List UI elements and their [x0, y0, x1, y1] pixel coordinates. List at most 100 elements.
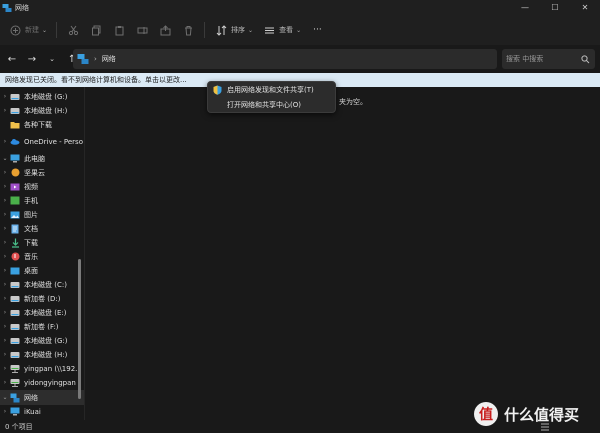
- sidebar-item-pictures[interactable]: › 图片: [0, 207, 84, 222]
- nutstore-icon: [10, 168, 20, 178]
- chevron-down-icon: ⌄: [42, 26, 48, 34]
- expand-chevron-icon[interactable]: ›: [0, 107, 10, 114]
- sidebar-item-label: 图片: [24, 210, 38, 219]
- sidebar-item-network[interactable]: ⌄ 网络: [0, 390, 84, 405]
- expand-chevron-icon[interactable]: ›: [0, 183, 10, 190]
- drive-icon: [10, 322, 20, 332]
- minimize-button[interactable]: —: [510, 0, 540, 15]
- collapse-chevron-icon[interactable]: ⌄: [0, 394, 10, 401]
- chevron-down-icon: ⌄: [248, 26, 254, 34]
- sidebar-item-music[interactable]: › 音乐: [0, 249, 84, 264]
- expand-chevron-icon[interactable]: ›: [0, 225, 10, 232]
- share-icon: [158, 23, 172, 37]
- back-arrow-icon[interactable]: ←: [4, 51, 20, 67]
- expand-chevron-icon[interactable]: ›: [0, 211, 10, 218]
- rename-icon: [135, 23, 149, 37]
- sidebar-item-yingpan[interactable]: › yingpan (\\192.: [0, 361, 84, 376]
- sidebar-item-drive-c[interactable]: › 本地磁盘 (C:): [0, 277, 84, 292]
- paste-button[interactable]: [112, 19, 126, 41]
- sidebar-item-desktop[interactable]: › 桌面: [0, 263, 84, 278]
- search-input[interactable]: 搜索 中搜索: [506, 54, 543, 64]
- collapse-chevron-icon[interactable]: ⌄: [0, 155, 10, 162]
- search-box[interactable]: 搜索 中搜索: [502, 49, 595, 69]
- expand-chevron-icon[interactable]: ›: [0, 239, 10, 246]
- sidebar-item-drive-h-2[interactable]: › 本地磁盘 (H:): [0, 347, 84, 362]
- forward-arrow-icon[interactable]: →: [24, 51, 40, 67]
- menu-item-enable-discovery[interactable]: 启用网络发现和文件共享(T): [208, 83, 335, 97]
- expand-chevron-icon[interactable]: ›: [0, 309, 10, 316]
- expand-chevron-icon[interactable]: ›: [0, 351, 10, 358]
- sidebar-item-yidongyingpan[interactable]: › yidongyingpan: [0, 375, 84, 390]
- sidebar-item-drive-g[interactable]: › 本地磁盘 (G:): [0, 89, 84, 104]
- expand-chevron-icon[interactable]: ›: [0, 93, 10, 100]
- sidebar-item-label: 本地磁盘 (H:): [24, 350, 68, 359]
- expand-chevron-icon[interactable]: ›: [0, 169, 10, 176]
- sidebar-item-drive-g-2[interactable]: › 本地磁盘 (G:): [0, 333, 84, 348]
- rename-button[interactable]: [135, 19, 149, 41]
- title-bar: 网络 — ☐ ✕: [0, 0, 600, 15]
- empty-folder-message: 夹为空。: [339, 98, 367, 106]
- recent-locations-chevron-icon[interactable]: ⌄: [44, 51, 60, 67]
- sidebar-item-documents[interactable]: › 文档: [0, 221, 84, 236]
- plus-circle-icon: [8, 23, 22, 37]
- sidebar-item-downloads[interactable]: › 下载: [0, 235, 84, 250]
- sidebar-item-label: 桌面: [24, 266, 38, 275]
- network-app-icon: [2, 3, 12, 13]
- expand-chevron-icon[interactable]: ›: [0, 379, 10, 386]
- cut-button[interactable]: [66, 19, 80, 41]
- desktop-icon: [10, 266, 20, 276]
- expand-chevron-icon[interactable]: ›: [0, 295, 10, 302]
- sidebar-item-ikuai[interactable]: › iKuai: [0, 404, 84, 419]
- sidebar-item-phone[interactable]: › 手机: [0, 193, 84, 208]
- expand-chevron-icon[interactable]: ›: [0, 337, 10, 344]
- expand-chevron-icon[interactable]: ›: [0, 138, 10, 145]
- expand-chevron-icon[interactable]: ›: [0, 281, 10, 288]
- view-lines-icon: [262, 23, 276, 37]
- drive-icon: [10, 92, 20, 102]
- sidebar-scrollbar[interactable]: [78, 259, 81, 399]
- more-options-button[interactable]: ···: [310, 19, 322, 41]
- drive-icon: [10, 336, 20, 346]
- menu-item-open-sharing-center[interactable]: 打开网络和共享中心(O): [208, 98, 335, 112]
- sidebar-item-label: 手机: [24, 196, 38, 205]
- trash-icon: [181, 23, 195, 37]
- expand-chevron-icon[interactable]: ›: [0, 365, 10, 372]
- expand-chevron-icon[interactable]: ›: [0, 323, 10, 330]
- sidebar-item-videos[interactable]: › 视频: [0, 179, 84, 194]
- close-button[interactable]: ✕: [570, 0, 600, 15]
- new-button[interactable]: 新建 ⌄: [8, 19, 47, 41]
- delete-button[interactable]: [181, 19, 195, 41]
- sidebar-item-downloads-folder[interactable]: 各种下载: [0, 117, 84, 132]
- network-icon: [77, 53, 89, 65]
- sidebar-item-label: yingpan (\\192.: [24, 364, 78, 373]
- drive-icon: [10, 350, 20, 360]
- breadcrumb-chevron-icon: ›: [94, 55, 97, 63]
- sidebar-item-label: 新加卷 (F:): [24, 322, 59, 331]
- breadcrumb-location[interactable]: 网络: [102, 54, 116, 64]
- sidebar-item-drive-e[interactable]: › 本地磁盘 (E:): [0, 305, 84, 320]
- view-button[interactable]: 查看 ⌄: [262, 19, 301, 41]
- maximize-button[interactable]: ☐: [540, 0, 570, 15]
- sidebar-item-drive-d[interactable]: › 新加卷 (D:): [0, 291, 84, 306]
- address-bar[interactable]: › 网络 ↻: [73, 49, 563, 69]
- sidebar-item-this-pc[interactable]: ⌄ 此电脑: [0, 151, 84, 166]
- sort-button[interactable]: 排序 ⌄: [214, 19, 253, 41]
- menu-item-label: 启用网络发现和文件共享(T): [227, 86, 314, 94]
- share-button[interactable]: [158, 19, 172, 41]
- expand-chevron-icon[interactable]: ›: [0, 267, 10, 274]
- sidebar-item-label: 本地磁盘 (G:): [24, 336, 68, 345]
- scissors-icon: [66, 23, 80, 37]
- expand-chevron-icon[interactable]: ›: [0, 253, 10, 260]
- sidebar-item-drive-f[interactable]: › 新加卷 (F:): [0, 319, 84, 334]
- expand-chevron-icon[interactable]: ›: [0, 197, 10, 204]
- expand-chevron-icon[interactable]: ›: [0, 408, 10, 415]
- toolbar-divider: [204, 22, 206, 38]
- watermark: 值 什么值得买: [474, 399, 600, 429]
- copy-button[interactable]: [89, 19, 103, 41]
- pictures-icon: [10, 210, 20, 220]
- sidebar-item-onedrive[interactable]: › OneDrive - Perso: [0, 134, 84, 149]
- downloads-icon: [10, 238, 20, 248]
- sidebar-item-nutstore[interactable]: › 坚果云: [0, 165, 84, 180]
- file-list-area[interactable]: [85, 87, 600, 420]
- sidebar-item-drive-h[interactable]: › 本地磁盘 (H:): [0, 103, 84, 118]
